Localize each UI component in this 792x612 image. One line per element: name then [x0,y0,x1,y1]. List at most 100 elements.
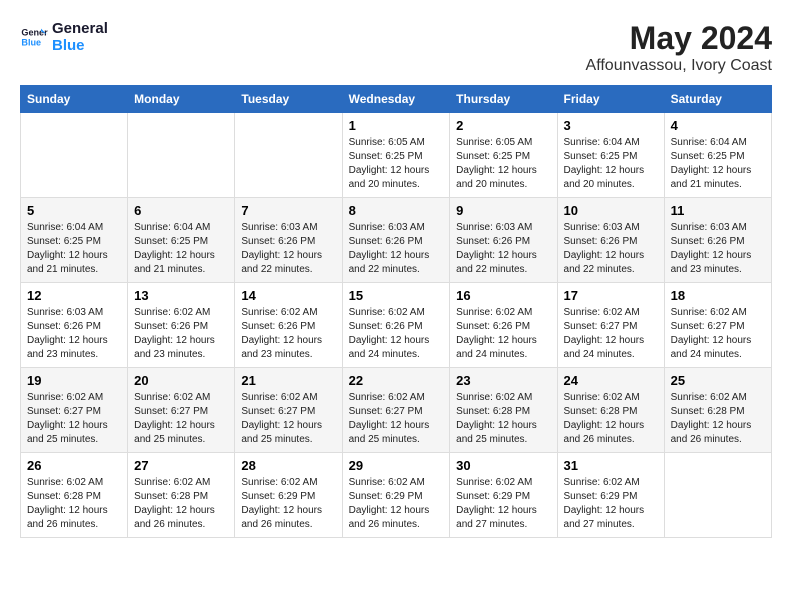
logo-icon: General Blue [20,23,48,51]
day-info: Sunrise: 6:04 AMSunset: 6:25 PMDaylight:… [564,136,658,192]
day-info: Sunrise: 6:03 AMSunset: 6:26 PMDaylight:… [241,221,335,277]
day-number: 12 [27,288,121,303]
calendar-cell: 9 Sunrise: 6:03 AMSunset: 6:26 PMDaylight… [450,198,557,283]
day-number: 16 [456,288,550,303]
day-number: 3 [564,118,658,133]
calendar-cell: 13 Sunrise: 6:02 AMSunset: 6:26 PMDayligh… [128,283,235,368]
day-info: Sunrise: 6:02 AMSunset: 6:27 PMDaylight:… [27,391,121,447]
day-info: Sunrise: 6:02 AMSunset: 6:26 PMDaylight:… [134,306,228,362]
logo-line2: Blue [52,37,108,54]
calendar-cell: 7 Sunrise: 6:03 AMSunset: 6:26 PMDaylight… [235,198,342,283]
day-number: 30 [456,458,550,473]
day-number: 6 [134,203,228,218]
calendar-cell: 29Sunrise: 6:02 AMSunset: 6:29 PMDayligh… [342,453,450,538]
calendar-cell: 12 Sunrise: 6:03 AMSunset: 6:26 PMDayligh… [21,283,128,368]
day-info: Sunrise: 6:02 AMSunset: 6:27 PMDaylight:… [349,391,444,447]
day-number: 2 [456,118,550,133]
day-info: Sunrise: 6:02 AMSunset: 6:28 PMDaylight:… [456,391,550,447]
day-info: Sunrise: 6:05 AMSunset: 6:25 PMDaylight:… [456,136,550,192]
page-header: General Blue General Blue May 2024 Affou… [20,20,772,75]
day-info: Sunrise: 6:02 AMSunset: 6:28 PMDaylight:… [564,391,658,447]
logo: General Blue General Blue [20,20,108,54]
day-info: Sunrise: 6:03 AMSunset: 6:26 PMDaylight:… [349,221,444,277]
calendar-cell [664,453,771,538]
calendar-cell: 16 Sunrise: 6:02 AMSunset: 6:26 PMDayligh… [450,283,557,368]
day-info: Sunrise: 6:02 AMSunset: 6:26 PMDaylight:… [349,306,444,362]
header-wednesday: Wednesday [342,86,450,113]
day-number: 22 [349,373,444,388]
day-info: Sunrise: 6:04 AMSunset: 6:25 PMDaylight:… [671,136,765,192]
day-info: Sunrise: 6:03 AMSunset: 6:26 PMDaylight:… [456,221,550,277]
day-number: 21 [241,373,335,388]
calendar-cell: 4 Sunrise: 6:04 AMSunset: 6:25 PMDaylight… [664,113,771,198]
location-subtitle: Affounvassou, Ivory Coast [586,57,772,75]
calendar-cell: 6 Sunrise: 6:04 AMSunset: 6:25 PMDaylight… [128,198,235,283]
calendar-cell: 2 Sunrise: 6:05 AMSunset: 6:25 PMDaylight… [450,113,557,198]
calendar-week-5: 26 Sunrise: 6:02 AMSunset: 6:28 PMDayligh… [21,453,772,538]
day-number: 27 [134,458,228,473]
calendar-cell: 3 Sunrise: 6:04 AMSunset: 6:25 PMDaylight… [557,113,664,198]
day-info: Sunrise: 6:02 AMSunset: 6:27 PMDaylight:… [241,391,335,447]
day-info: Sunrise: 6:02 AMSunset: 6:28 PMDaylight:… [134,476,228,532]
calendar-table: SundayMondayTuesdayWednesdayThursdayFrid… [20,85,772,538]
day-info: Sunrise: 6:03 AMSunset: 6:26 PMDaylight:… [27,306,121,362]
calendar-cell: 28Sunrise: 6:02 AMSunset: 6:29 PMDayligh… [235,453,342,538]
day-number: 20 [134,373,228,388]
day-number: 14 [241,288,335,303]
calendar-cell: 1Sunrise: 6:05 AMSunset: 6:25 PMDaylight… [342,113,450,198]
header-thursday: Thursday [450,86,557,113]
calendar-cell: 10Sunrise: 6:03 AMSunset: 6:26 PMDayligh… [557,198,664,283]
calendar-cell: 11Sunrise: 6:03 AMSunset: 6:26 PMDayligh… [664,198,771,283]
day-number: 13 [134,288,228,303]
day-info: Sunrise: 6:02 AMSunset: 6:28 PMDaylight:… [27,476,121,532]
day-info: Sunrise: 6:02 AMSunset: 6:27 PMDaylight:… [564,306,658,362]
day-number: 9 [456,203,550,218]
calendar-week-3: 12 Sunrise: 6:03 AMSunset: 6:26 PMDayligh… [21,283,772,368]
calendar-cell [128,113,235,198]
calendar-cell: 25Sunrise: 6:02 AMSunset: 6:28 PMDayligh… [664,368,771,453]
header-saturday: Saturday [664,86,771,113]
day-info: Sunrise: 6:02 AMSunset: 6:27 PMDaylight:… [671,306,765,362]
header-sunday: Sunday [21,86,128,113]
calendar-cell: 14 Sunrise: 6:02 AMSunset: 6:26 PMDayligh… [235,283,342,368]
calendar-header-row: SundayMondayTuesdayWednesdayThursdayFrid… [21,86,772,113]
day-number: 8 [349,203,444,218]
calendar-cell: 17 Sunrise: 6:02 AMSunset: 6:27 PMDayligh… [557,283,664,368]
calendar-cell: 15 Sunrise: 6:02 AMSunset: 6:26 PMDayligh… [342,283,450,368]
calendar-cell: 21 Sunrise: 6:02 AMSunset: 6:27 PMDayligh… [235,368,342,453]
day-number: 5 [27,203,121,218]
calendar-week-1: 1 Sunrise: 6:05 AMSunset: 6:25 PMDaylight… [21,113,772,198]
title-block: May 2024 Affounvassou, Ivory Coast [586,20,772,75]
day-info: Sunrise: 6:02 AMSunset: 6:26 PMDaylight:… [241,306,335,362]
day-number: 7 [241,203,335,218]
day-number: 31 [564,458,658,473]
calendar-week-4: 19Sunrise: 6:02 AMSunset: 6:27 PMDayligh… [21,368,772,453]
day-info: Sunrise: 6:04 AMSunset: 6:25 PMDaylight:… [27,221,121,277]
calendar-cell: 8 Sunrise: 6:03 AMSunset: 6:26 PMDaylight… [342,198,450,283]
calendar-cell: 22 Sunrise: 6:02 AMSunset: 6:27 PMDayligh… [342,368,450,453]
day-info: Sunrise: 6:02 AMSunset: 6:29 PMDaylight:… [456,476,550,532]
day-number: 4 [671,118,765,133]
day-info: Sunrise: 6:02 AMSunset: 6:27 PMDaylight:… [134,391,228,447]
day-number: 23 [456,373,550,388]
svg-text:Blue: Blue [21,37,41,47]
day-info: Sunrise: 6:02 AMSunset: 6:26 PMDaylight:… [456,306,550,362]
header-friday: Friday [557,86,664,113]
calendar-cell: 19Sunrise: 6:02 AMSunset: 6:27 PMDayligh… [21,368,128,453]
header-monday: Monday [128,86,235,113]
day-number: 24 [564,373,658,388]
calendar-cell: 24 Sunrise: 6:02 AMSunset: 6:28 PMDayligh… [557,368,664,453]
day-number: 18 [671,288,765,303]
day-number: 26 [27,458,121,473]
day-number: 15 [349,288,444,303]
calendar-cell [21,113,128,198]
day-info: Sunrise: 6:04 AMSunset: 6:25 PMDaylight:… [134,221,228,277]
calendar-week-2: 5 Sunrise: 6:04 AMSunset: 6:25 PMDaylight… [21,198,772,283]
logo-line1: General [52,20,108,37]
day-number: 11 [671,203,765,218]
calendar-cell: 31Sunrise: 6:02 AMSunset: 6:29 PMDayligh… [557,453,664,538]
day-number: 1 [349,118,444,133]
day-number: 10 [564,203,658,218]
day-number: 17 [564,288,658,303]
month-year-title: May 2024 [586,20,772,57]
